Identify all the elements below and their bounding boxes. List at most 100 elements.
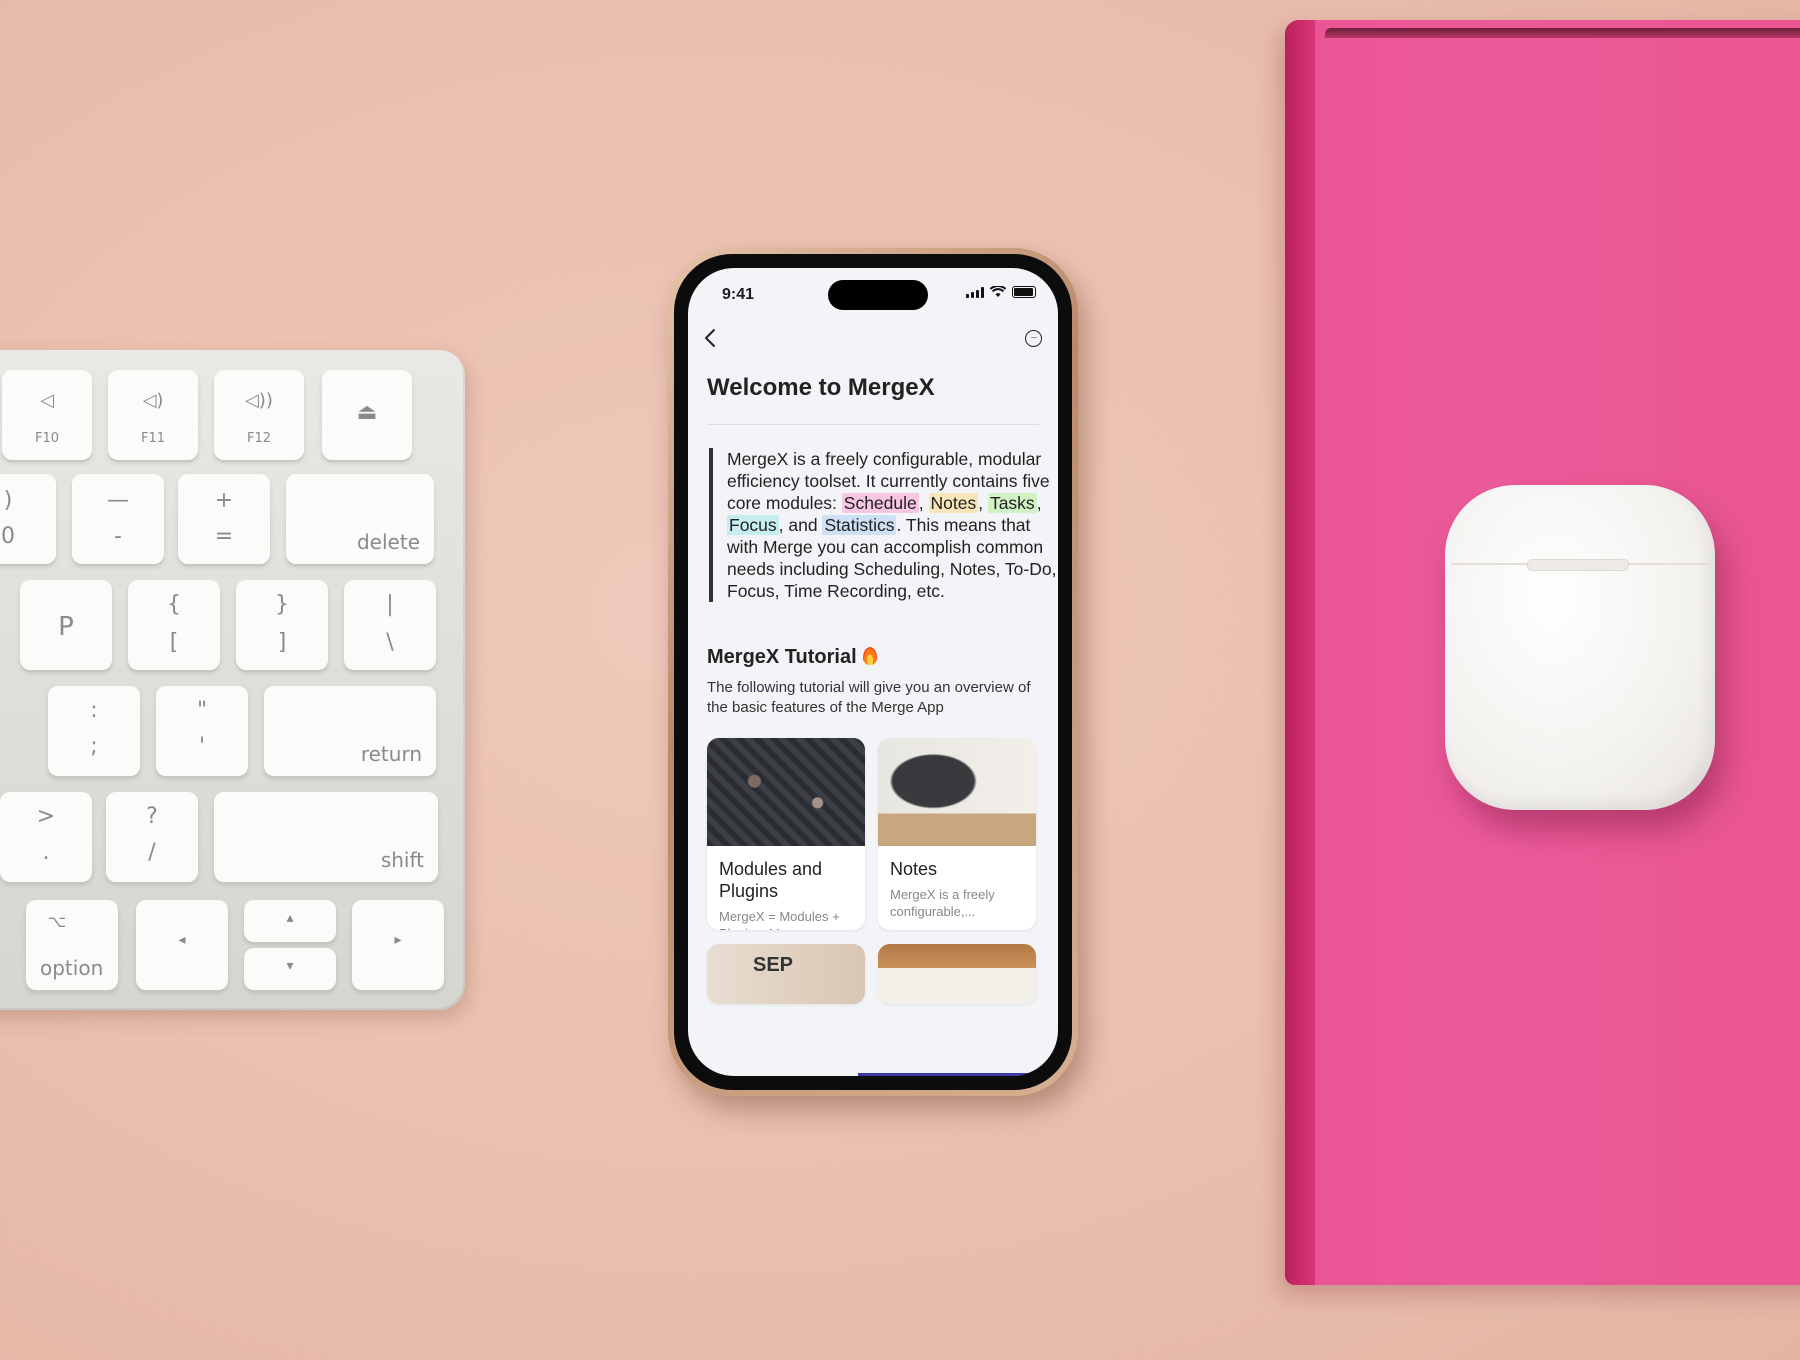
phone: 9:41 ··· Welcome to MergeX MergeX is a f… [668,248,1078,1096]
card-image-laptop-desk [878,738,1036,846]
arrow-right-icon: ▸ [394,932,402,948]
key-left-bracket: { [ [128,580,220,670]
eject-icon: ⏏ [356,400,378,425]
card-notebook[interactable] [878,944,1036,1004]
battery-icon [1012,286,1036,298]
keyboard: ◁ F10 ◁) F11 ◁)) F12 ⏏ ) 0 — - + = delet… [0,350,465,1010]
key-label: — [107,488,129,513]
key-label: 0 [1,524,15,549]
fire-icon [862,647,877,665]
key-option: ⌥ option [26,900,118,990]
highlight-schedule: Schedule [841,493,919,513]
key-delete: delete [286,474,434,564]
key-f12: ◁)) F12 [214,370,304,460]
key-minus: — - [72,474,164,564]
card-image-calendar: SEP [707,944,865,1004]
key-label: F10 [34,431,60,446]
tutorial-title: MergeX Tutorial [707,646,857,668]
key-label: \ [386,630,394,655]
key-f11: ◁) F11 [108,370,198,460]
volume-mute-icon: ◁ [40,390,54,411]
key-label: ] [277,630,287,655]
title-divider [707,424,1039,425]
key-label: = [214,524,234,549]
key-return: return [264,686,436,776]
card-title: Modules and Plugins [719,859,823,901]
key-label: / [148,840,156,865]
key-label: F11 [140,431,166,446]
notebook-top-edge [1325,28,1800,38]
key-label: ? [146,804,158,829]
scroll-edge [858,1073,1044,1076]
card-description: MergeX = Modules + Plugins, Merge... [719,909,840,930]
status-time: 9:41 [722,286,755,303]
key-period: > . [0,792,92,882]
back-chevron-icon[interactable] [704,328,716,348]
dynamic-island [828,280,928,310]
airpods-notch [1527,559,1629,571]
signal-icon [966,286,984,298]
intro-quote: MergeX is a freely configurable, modular… [709,448,1058,602]
key-label: " [196,698,208,723]
calendar-month-label: SEP [753,954,794,976]
card-image-notebook-pen [878,944,1036,1004]
intro-separator: , and [778,515,823,535]
key-right-bracket: } ] [236,580,328,670]
key-label: ) [3,488,13,513]
tutorial-description: The following tutorial will give you an … [707,679,1031,716]
key-shift: shift [214,792,438,882]
key-f10: ◁ F10 [2,370,92,460]
key-arrow-up: ▴ [244,900,336,942]
key-label: F12 [246,431,272,446]
key-label: } [275,592,289,617]
intro-separator: , [1036,493,1042,513]
card-modules-and-plugins[interactable]: Modules and Plugins MergeX = Modules + P… [707,738,865,930]
key-label: { [167,592,181,617]
key-arrow-down: ▾ [244,948,336,990]
key-arrow-left: ◂ [136,900,228,990]
key-label: | [386,592,394,617]
airpods-case [1445,485,1715,810]
key-label: [ [169,630,179,655]
highlight-statistics: Statistics [822,515,897,535]
card-calendar[interactable]: SEP [707,944,865,1004]
volume-down-icon: ◁) [142,390,164,411]
card-image-circuit-board [707,738,865,846]
arrow-up-icon: ▴ [286,910,294,926]
key-arrow-right: ▸ [352,900,444,990]
card-description: MergeX is a freely configurable,... [890,887,995,919]
intro-separator: , [978,493,988,513]
key-label: - [114,524,122,549]
notebook-spine [1285,20,1315,1285]
option-icon: ⌥ [47,912,67,931]
key-label: return [360,742,422,766]
status-bar: 9:41 [688,268,1058,318]
highlight-notes: Notes [928,493,979,513]
key-label: option [40,956,104,980]
card-notes[interactable]: Notes MergeX is a freely configurable,..… [878,738,1036,930]
tutorial-heading: MergeX Tutorial [707,646,877,669]
key-label: > [36,804,56,829]
arrow-down-icon: ▾ [286,958,294,974]
wifi-icon [990,286,1006,297]
key-semicolon: : ; [48,686,140,776]
key-0: ) 0 [0,474,56,564]
key-label: + [214,488,234,513]
intro-separator: , [918,493,929,513]
status-icons [966,286,1036,298]
volume-up-icon: ◁)) [245,390,273,411]
key-backslash: | \ [344,580,436,670]
phone-bezel: 9:41 ··· Welcome to MergeX MergeX is a f… [674,254,1072,1090]
key-label: P [58,612,74,642]
key-equals: + = [178,474,270,564]
page-title: Welcome to MergeX [707,374,935,401]
card-title: Notes [890,859,938,879]
more-options-icon[interactable]: ··· [1025,330,1042,347]
key-slash: ? / [106,792,198,882]
key-label: : [90,698,98,723]
phone-screen: 9:41 ··· Welcome to MergeX MergeX is a f… [688,268,1058,1076]
arrow-left-icon: ◂ [178,932,186,948]
key-quote: " ' [156,686,248,776]
key-label: delete [356,530,420,554]
key-label: ; [90,734,98,759]
